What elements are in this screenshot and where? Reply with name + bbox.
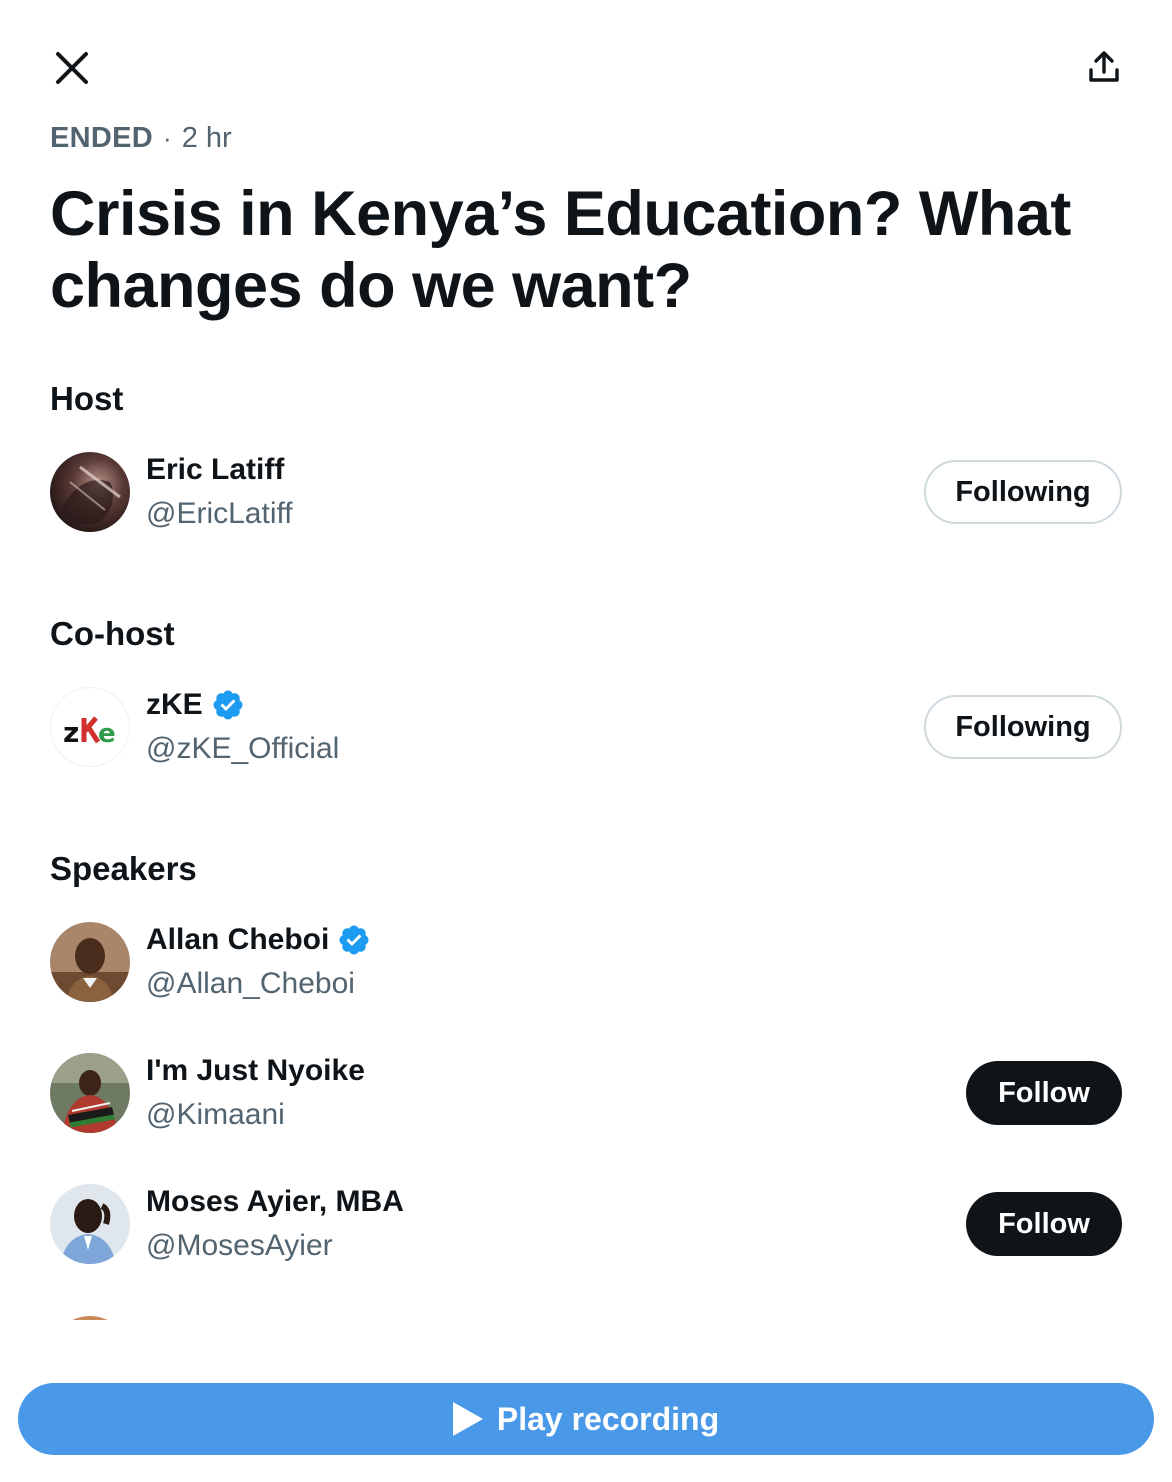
speaker-name: Allan Cheboi	[146, 923, 371, 957]
follow-button[interactable]: Follow	[966, 1192, 1122, 1256]
cohost-name: zKE	[146, 688, 245, 722]
cohost-handle: @zKE_Official	[146, 732, 340, 765]
top-bar	[0, 0, 1172, 130]
svg-text:e: e	[98, 719, 116, 749]
speaker-row[interactable]: Allan Cheboi @Allan_Cheboi	[50, 922, 1122, 1004]
following-button[interactable]: Following	[924, 460, 1122, 524]
avatar[interactable]	[50, 1184, 130, 1264]
following-button[interactable]: Following	[924, 695, 1122, 759]
avatar[interactable]	[50, 452, 130, 532]
avatar	[50, 1316, 130, 1320]
play-recording-button[interactable]: Play recording	[18, 1383, 1154, 1455]
avatar[interactable]	[50, 1053, 130, 1133]
avatar[interactable]	[50, 922, 130, 1002]
time-ago: 2 hr	[181, 122, 232, 154]
play-recording-label: Play recording	[496, 1400, 720, 1437]
host-handle: @EricLatiff	[146, 497, 293, 530]
host-row[interactable]: Eric Latiff @EricLatiff Following	[50, 452, 1122, 534]
space-details-page: ENDED · 2 hr Crisis in Kenya’s Education…	[0, 0, 1172, 1482]
verified-badge-icon	[213, 690, 243, 720]
speaker-row[interactable]: Moses Ayier, MBA @MosesAyier Follow	[50, 1184, 1122, 1266]
status-badge: ENDED	[50, 122, 154, 154]
verified-badge-icon	[339, 925, 369, 955]
speaker-name: Moses Ayier, MBA	[146, 1185, 404, 1218]
svg-text:z: z	[63, 716, 79, 749]
host-section-label: Host	[50, 380, 124, 417]
speaker-name: I'm Just Nyoike	[146, 1054, 365, 1087]
separator-dot: ·	[163, 123, 172, 153]
share-icon	[1089, 51, 1119, 82]
play-icon	[452, 1402, 483, 1436]
close-icon	[56, 52, 88, 84]
follow-button[interactable]: Follow	[966, 1061, 1122, 1125]
cohost-row[interactable]: z e zKE @zKE_Official Following	[50, 687, 1122, 769]
host-name: Eric Latiff	[146, 453, 285, 486]
speaker-row[interactable]: I'm Just Nyoike @Kimaani Follow	[50, 1053, 1122, 1135]
cohost-section-label: Co-host	[50, 615, 175, 652]
speaker-handle: @Kimaani	[146, 1098, 285, 1131]
speaker-handle: @MosesAyier	[146, 1229, 333, 1262]
space-title: Crisis in Kenya’s Education? What change…	[50, 179, 1071, 321]
share-button[interactable]	[1078, 42, 1130, 94]
space-status: ENDED · 2 hr	[50, 122, 232, 155]
speakers-section-label: Speakers	[50, 850, 197, 887]
speaker-handle: @Allan_Cheboi	[146, 967, 355, 1000]
avatar[interactable]: z e	[50, 687, 130, 767]
close-button[interactable]	[46, 42, 98, 94]
